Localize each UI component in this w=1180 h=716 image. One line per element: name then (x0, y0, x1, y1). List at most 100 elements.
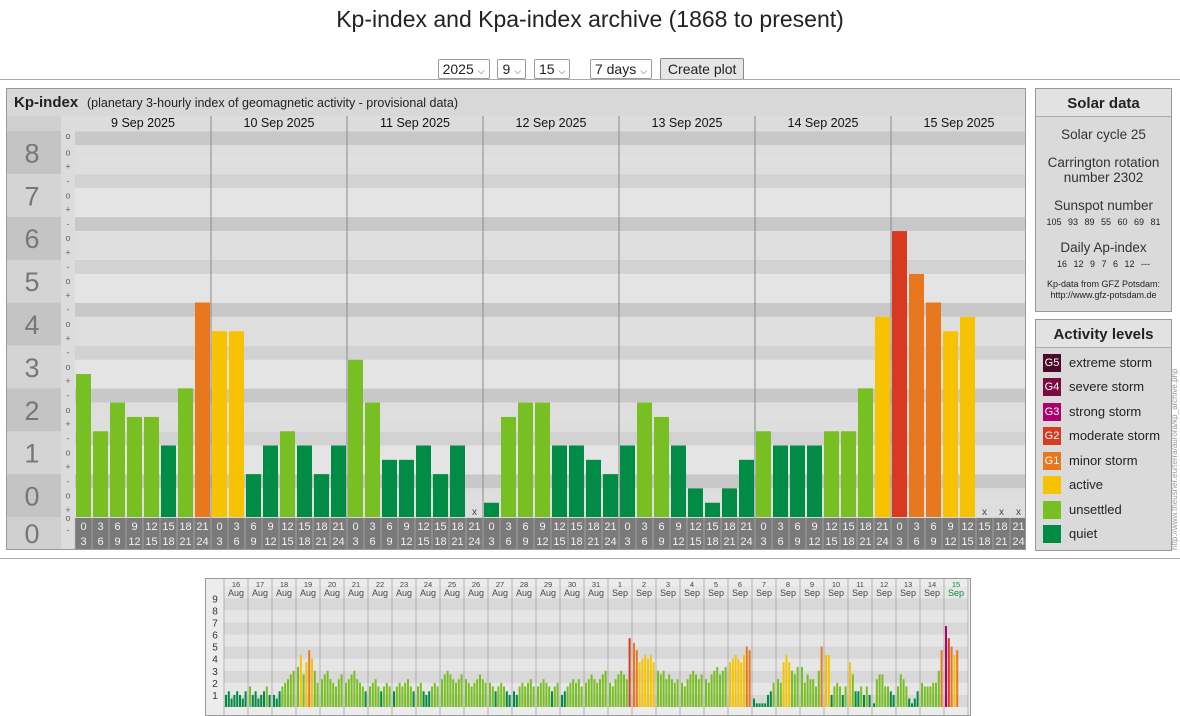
hour-label-end: 18 (978, 536, 990, 548)
overview-bar (905, 686, 908, 707)
overview-bar (311, 658, 313, 707)
day-select[interactable]: 15 ⌵ (533, 59, 571, 79)
kp-bar (110, 402, 125, 517)
kp-bar (552, 445, 567, 517)
overview-bar (225, 694, 227, 707)
y-minor-tick: + (65, 248, 70, 258)
overview-bar (796, 667, 799, 707)
hour-label-start: 3 (641, 521, 647, 533)
overview-bar (697, 679, 700, 707)
kp-bar (229, 331, 244, 517)
overview-bar (820, 646, 823, 707)
overview-bar (932, 682, 935, 707)
hour-label-start: 6 (658, 521, 664, 533)
overview-bar (537, 686, 539, 707)
overview-bar (409, 686, 412, 707)
hour-label-end: 24 (604, 536, 616, 548)
kp-panel-title: Kp-index (14, 94, 79, 111)
level-swatch (1043, 476, 1061, 494)
sunspot-label: Sunspot number (1053, 198, 1154, 213)
overview-bar (683, 686, 686, 707)
overview-date-month: Aug (300, 588, 316, 598)
overview-bar (911, 703, 913, 707)
overview-date-month: Sep (660, 588, 676, 598)
hour-label-start: 0 (624, 521, 630, 533)
hour-label-start: 3 (233, 521, 239, 533)
missing-mark: x (1016, 507, 1021, 518)
overview-bar (244, 691, 247, 707)
overview-bar (393, 691, 395, 707)
overview-bar (841, 694, 844, 707)
overview-bar (878, 674, 881, 707)
overview-bar (503, 686, 505, 707)
y-tick-label: 1 (24, 439, 39, 469)
overview-bar (457, 679, 460, 707)
kp-panel-header: Kp-index (planetary 3-hourly index of ge… (7, 89, 1025, 116)
hour-label-start: 15 (706, 521, 718, 533)
year-select[interactable]: 2025 ⌵ (437, 59, 490, 79)
overview-bar (889, 691, 892, 707)
hour-label-end: 9 (930, 536, 936, 548)
overview-bar (801, 667, 803, 707)
overview-bar (323, 674, 326, 707)
kp-bar (943, 331, 958, 517)
overview-date-month: Aug (420, 588, 436, 598)
overview-bar (887, 686, 889, 707)
kp-bar (127, 416, 142, 517)
overview-bar (825, 655, 827, 707)
hour-label-end: 24 (468, 536, 480, 548)
hour-label-start: 9 (539, 521, 545, 533)
overview-bar (524, 686, 527, 707)
overview-bar (609, 682, 611, 707)
hour-label-end: 3 (488, 536, 494, 548)
hour-label-start: 3 (777, 521, 783, 533)
range-select[interactable]: 7 days ⌵ (589, 59, 653, 79)
kp-bar (382, 459, 397, 517)
month-select[interactable]: 9 ⌵ (497, 59, 527, 79)
overview-bar (935, 682, 937, 707)
hour-label-start: 15 (978, 521, 990, 533)
overview-y-tick: 2 (212, 679, 218, 690)
hour-label-end: 18 (298, 536, 310, 548)
y-minor-tick: o (65, 276, 70, 286)
overview-date-month: Aug (492, 588, 508, 598)
overview-bar (369, 686, 371, 707)
hour-label-end: 3 (896, 536, 902, 548)
hour-label-end: 24 (196, 536, 208, 548)
hour-label-start: 9 (267, 521, 273, 533)
hour-label-start: 0 (896, 521, 902, 533)
overview-bar (710, 674, 713, 707)
hour-label-start: 21 (332, 521, 344, 533)
hour-label-start: 12 (145, 521, 157, 533)
hour-label-end: 12 (128, 536, 140, 548)
hour-label-end: 15 (417, 536, 429, 548)
level-label: unsettled (1069, 502, 1122, 517)
y-minor-tick: o (65, 405, 70, 415)
hour-label-start: 3 (97, 521, 103, 533)
overview-y-tick: 4 (212, 655, 218, 666)
overview-bar (249, 686, 251, 707)
create-plot-button[interactable]: Create plot (659, 58, 745, 80)
overview-date-month: Aug (276, 588, 292, 598)
y-minor-tick: o (65, 513, 70, 523)
overview-bar (857, 691, 860, 707)
kp-bar (909, 273, 924, 517)
range-value: 7 days (594, 61, 637, 77)
missing-mark: x (472, 507, 477, 518)
overview-bar (302, 674, 305, 707)
overview-bar (745, 646, 748, 707)
y-minor-tick: - (67, 176, 70, 186)
kp-index-panel: Kp-index (planetary 3-hourly index of ge… (6, 88, 1026, 550)
y-tick-label: 8 (24, 138, 39, 168)
y-minor-tick: - (67, 476, 70, 486)
y-tick-label: 4 (24, 310, 39, 340)
overview-bar (761, 703, 764, 707)
overview-bar (950, 646, 953, 707)
overview-bar (620, 670, 623, 707)
overview-bar (758, 703, 761, 707)
overview-bar (305, 662, 308, 707)
overview-bar (665, 679, 668, 707)
grid-band (75, 188, 1025, 203)
hour-label-start: 15 (434, 521, 446, 533)
overview-bar (707, 682, 710, 707)
